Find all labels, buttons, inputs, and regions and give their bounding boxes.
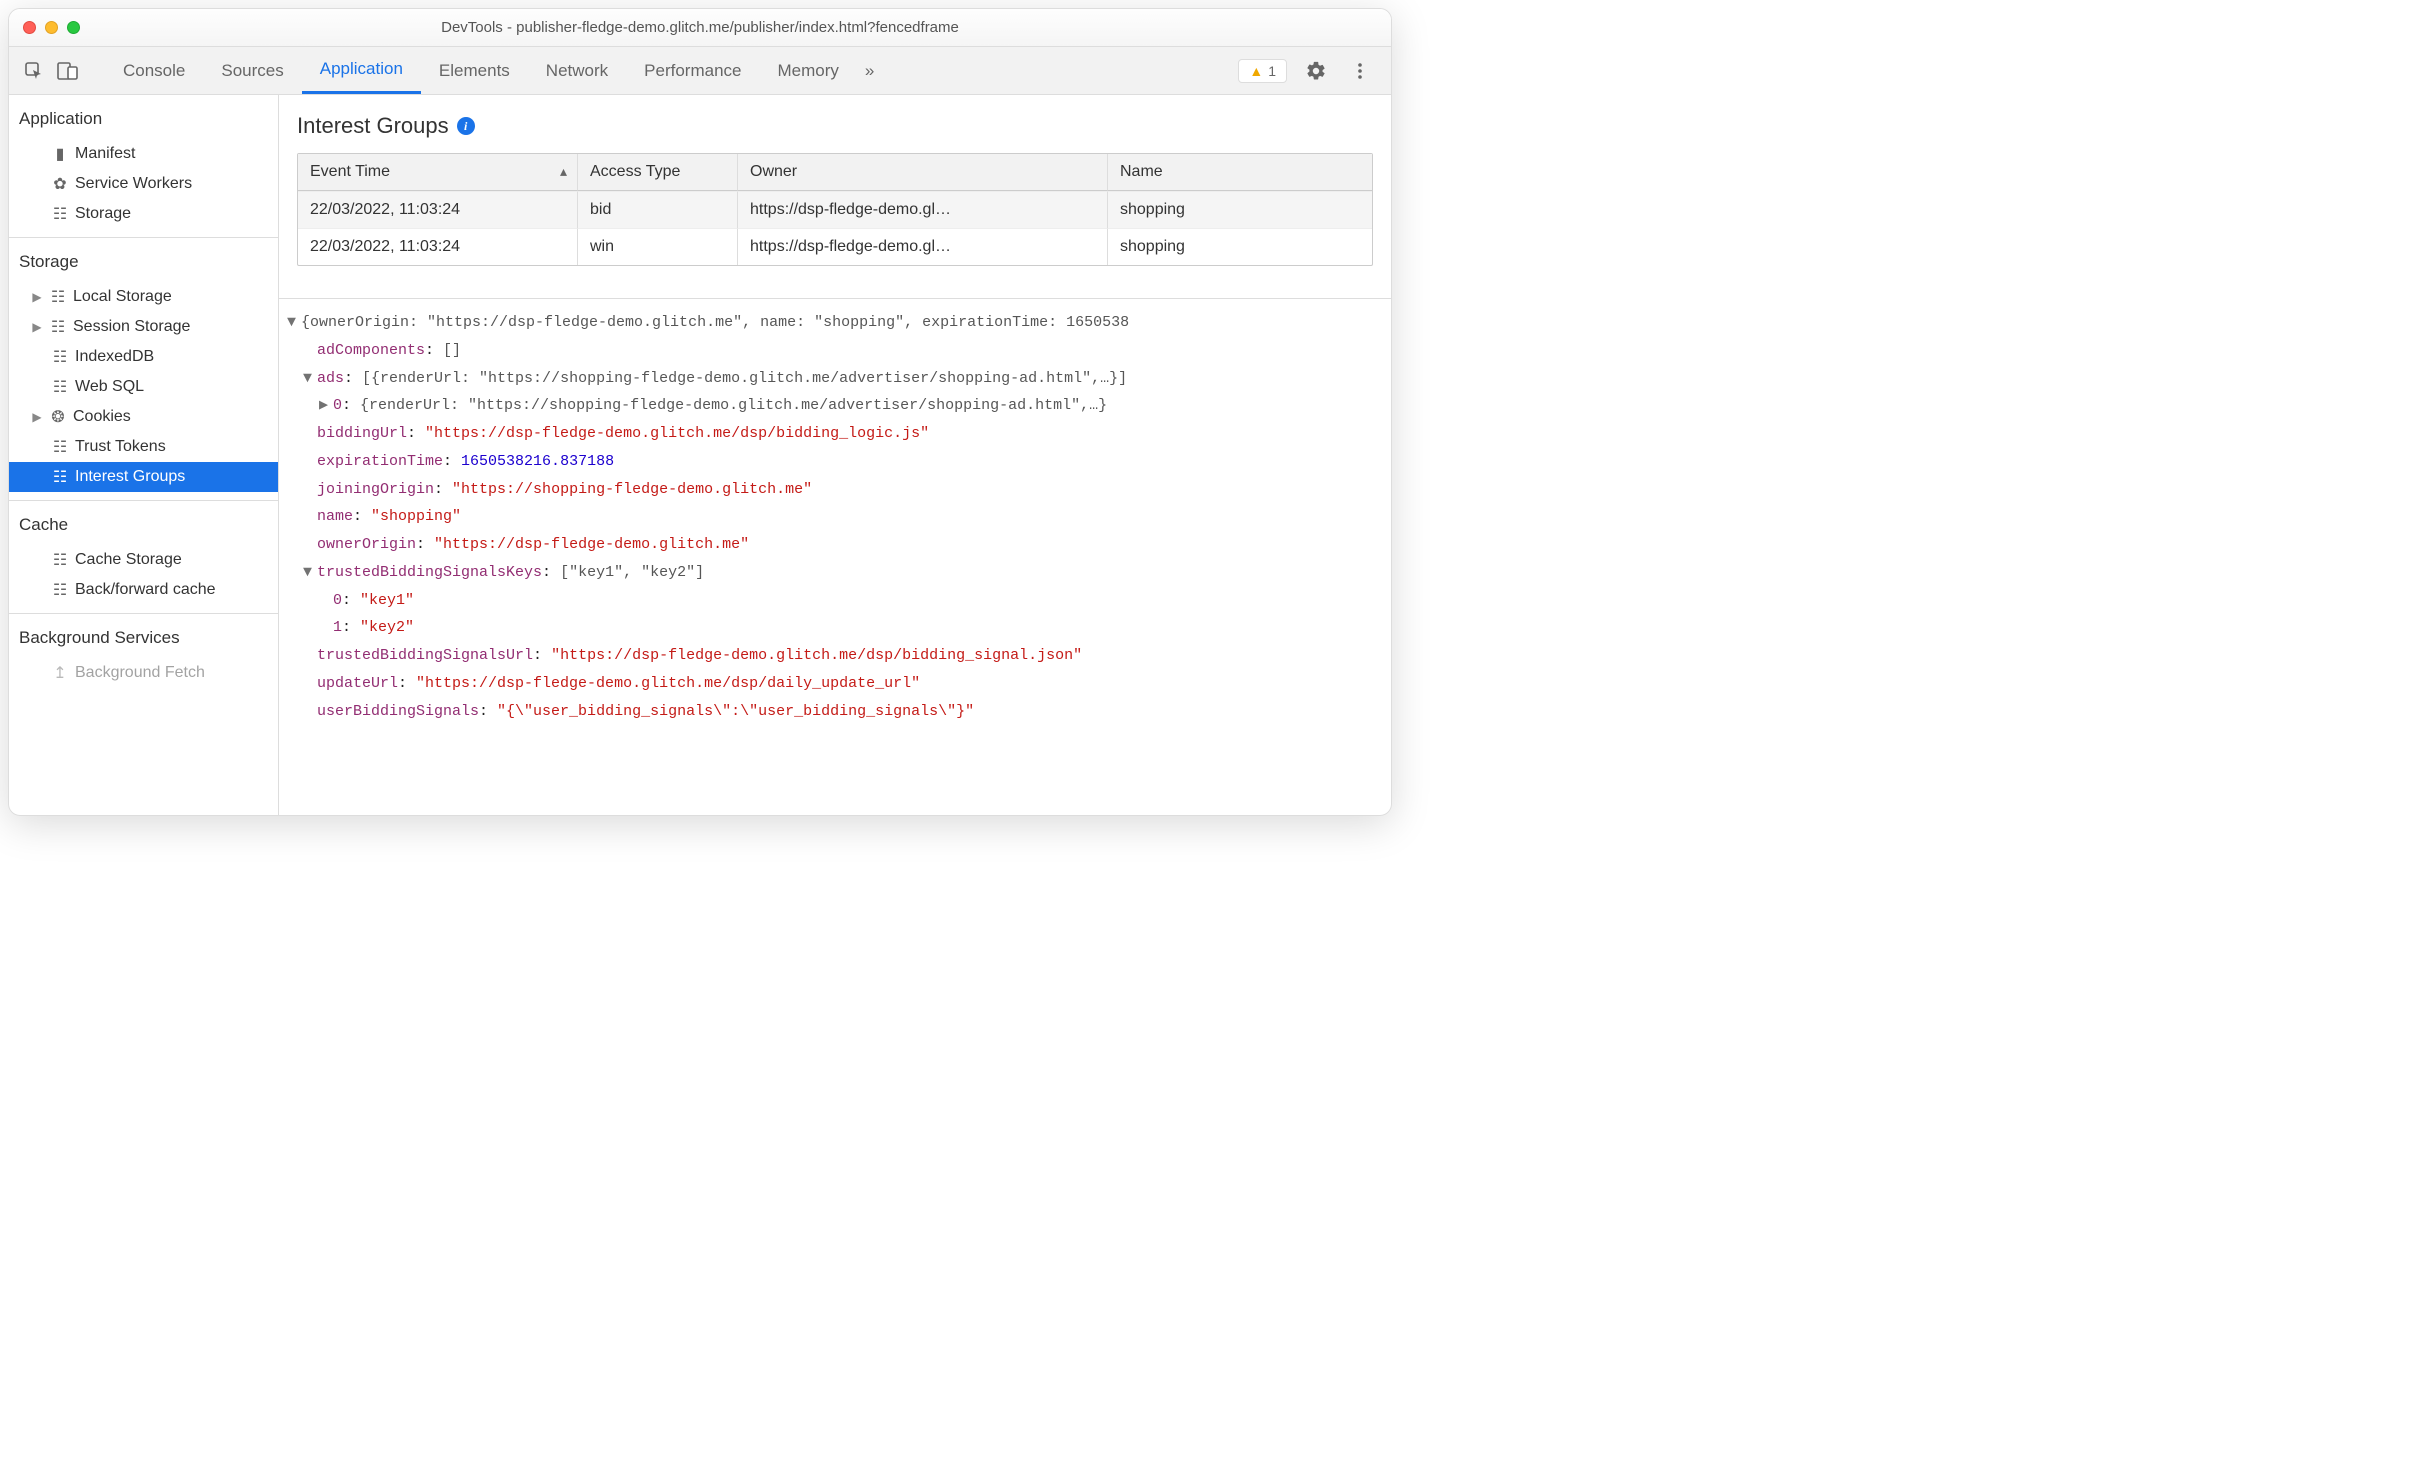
expand-icon[interactable]: ▶ xyxy=(31,410,43,424)
sidebar-item-label: Back/forward cache xyxy=(75,581,216,599)
collapse-icon[interactable]: ▼ xyxy=(303,365,317,393)
gear-icon: ✿ xyxy=(51,174,69,194)
sidebar-item-local-storage[interactable]: ▶ ☷ Local Storage xyxy=(9,282,278,312)
tab-memory[interactable]: Memory xyxy=(759,47,856,94)
database-icon: ☷ xyxy=(51,580,69,600)
sidebar-item-label: Local Storage xyxy=(73,288,172,306)
expand-icon[interactable]: ▶ xyxy=(319,392,333,420)
sidebar-item-label: Interest Groups xyxy=(75,468,185,486)
sidebar-item-label: Cache Storage xyxy=(75,551,182,569)
sidebar-item-label: Web SQL xyxy=(75,378,144,396)
warning-icon: ▲ xyxy=(1249,63,1263,79)
tab-console[interactable]: Console xyxy=(105,47,203,94)
window-titlebar: DevTools - publisher-fledge-demo.glitch.… xyxy=(9,9,1391,47)
tab-performance[interactable]: Performance xyxy=(626,47,759,94)
main-panel: Interest Groups i Event Time▴ Access Typ… xyxy=(279,95,1391,815)
cell-access-type: win xyxy=(578,228,738,265)
tab-application[interactable]: Application xyxy=(302,47,421,94)
database-icon: ☷ xyxy=(51,204,69,224)
col-owner[interactable]: Owner xyxy=(738,154,1108,191)
cell-name: shopping xyxy=(1108,191,1372,228)
database-icon: ☷ xyxy=(51,550,69,570)
inspect-element-button[interactable] xyxy=(19,56,49,86)
devtools-window: DevTools - publisher-fledge-demo.glitch.… xyxy=(8,8,1392,816)
window-title: DevTools - publisher-fledge-demo.glitch.… xyxy=(9,19,1391,36)
cell-access-type: bid xyxy=(578,191,738,228)
more-tabs-button[interactable]: » xyxy=(857,47,882,94)
sidebar-item-back-forward-cache[interactable]: ☷ Back/forward cache xyxy=(9,575,278,605)
maximize-window-button[interactable] xyxy=(67,21,80,34)
sidebar-group-background-services: Background Services xyxy=(9,614,278,658)
issues-badge[interactable]: ▲ 1 xyxy=(1238,59,1287,83)
tab-network[interactable]: Network xyxy=(528,47,626,94)
collapse-icon[interactable]: ▼ xyxy=(303,559,317,587)
object-header: {ownerOrigin: "https://dsp-fledge-demo.g… xyxy=(301,314,1129,331)
close-window-button[interactable] xyxy=(23,21,36,34)
sidebar-item-cookies[interactable]: ▶ ❂ Cookies xyxy=(9,402,278,432)
panel-title: Interest Groups xyxy=(297,113,449,139)
col-event-time[interactable]: Event Time▴ xyxy=(298,154,578,191)
cell-event-time: 22/03/2022, 11:03:24 xyxy=(298,228,578,265)
cell-name: shopping xyxy=(1108,228,1372,265)
sidebar-item-label: Manifest xyxy=(75,145,135,163)
database-icon: ☷ xyxy=(51,467,69,487)
sidebar-item-manifest[interactable]: ▮ Manifest xyxy=(9,139,278,169)
sidebar-item-label: IndexedDB xyxy=(75,348,154,366)
database-icon: ☷ xyxy=(51,437,69,457)
sidebar-item-label: Background Fetch xyxy=(75,664,205,682)
cell-owner: https://dsp-fledge-demo.gl… xyxy=(738,228,1108,265)
expand-icon[interactable]: ▶ xyxy=(31,320,43,334)
cell-event-time: 22/03/2022, 11:03:24 xyxy=(298,191,578,228)
tab-elements[interactable]: Elements xyxy=(421,47,528,94)
application-sidebar: Application ▮ Manifest ✿ Service Workers ☷… xyxy=(9,95,279,815)
upload-icon: ↥ xyxy=(51,663,69,683)
table-header: Event Time▴ Access Type Owner Name xyxy=(298,154,1372,191)
more-options-button[interactable] xyxy=(1345,56,1375,86)
sidebar-item-storage-overview[interactable]: ☷ Storage xyxy=(9,199,278,229)
info-icon[interactable]: i xyxy=(457,117,475,135)
sidebar-item-indexeddb[interactable]: ☷ IndexedDB xyxy=(9,342,278,372)
sidebar-item-cache-storage[interactable]: ☷ Cache Storage xyxy=(9,545,278,575)
table-row[interactable]: 22/03/2022, 11:03:24 win https://dsp-fle… xyxy=(298,228,1372,265)
panel-heading: Interest Groups i xyxy=(279,95,1391,153)
collapse-icon[interactable]: ▼ xyxy=(287,309,301,337)
minimize-window-button[interactable] xyxy=(45,21,58,34)
sidebar-item-label: Cookies xyxy=(73,408,131,426)
sidebar-item-label: Trust Tokens xyxy=(75,438,166,456)
sidebar-item-websql[interactable]: ☷ Web SQL xyxy=(9,372,278,402)
settings-button[interactable] xyxy=(1301,56,1331,86)
database-icon: ☷ xyxy=(51,347,69,367)
sidebar-group-storage: Storage xyxy=(9,238,278,282)
col-name[interactable]: Name xyxy=(1108,154,1372,191)
sidebar-item-interest-groups[interactable]: ☷ Interest Groups xyxy=(9,462,278,492)
tab-sources[interactable]: Sources xyxy=(203,47,301,94)
device-toolbar-button[interactable] xyxy=(53,56,83,86)
sidebar-group-cache: Cache xyxy=(9,501,278,545)
database-icon: ☷ xyxy=(51,377,69,397)
devtools-tabs: Console Sources Application Elements Net… xyxy=(105,47,1234,94)
sidebar-item-session-storage[interactable]: ▶ ☷ Session Storage xyxy=(9,312,278,342)
storage-icon: ☷ xyxy=(49,317,67,337)
object-detail-pane: ▼{ownerOrigin: "https://dsp-fledge-demo.… xyxy=(279,298,1391,745)
expand-icon[interactable]: ▶ xyxy=(31,290,43,304)
sidebar-item-label: Storage xyxy=(75,205,131,223)
sidebar-group-application: Application xyxy=(9,95,278,139)
sidebar-item-label: Service Workers xyxy=(75,175,192,193)
cookie-icon: ❂ xyxy=(49,407,67,427)
document-icon: ▮ xyxy=(51,144,69,164)
cell-owner: https://dsp-fledge-demo.gl… xyxy=(738,191,1108,228)
table-row[interactable]: 22/03/2022, 11:03:24 bid https://dsp-fle… xyxy=(298,191,1372,228)
sidebar-item-trust-tokens[interactable]: ☷ Trust Tokens xyxy=(9,432,278,462)
interest-groups-table: Event Time▴ Access Type Owner Name 22/03… xyxy=(297,153,1373,266)
issues-count: 1 xyxy=(1268,63,1276,79)
sidebar-item-background-fetch[interactable]: ↥ Background Fetch xyxy=(9,658,278,688)
col-access-type[interactable]: Access Type xyxy=(578,154,738,191)
traffic-lights xyxy=(23,21,80,34)
sidebar-item-service-workers[interactable]: ✿ Service Workers xyxy=(9,169,278,199)
storage-icon: ☷ xyxy=(49,287,67,307)
devtools-toolbar: Console Sources Application Elements Net… xyxy=(9,47,1391,95)
sidebar-item-label: Session Storage xyxy=(73,318,190,336)
sort-asc-icon: ▴ xyxy=(560,163,567,180)
